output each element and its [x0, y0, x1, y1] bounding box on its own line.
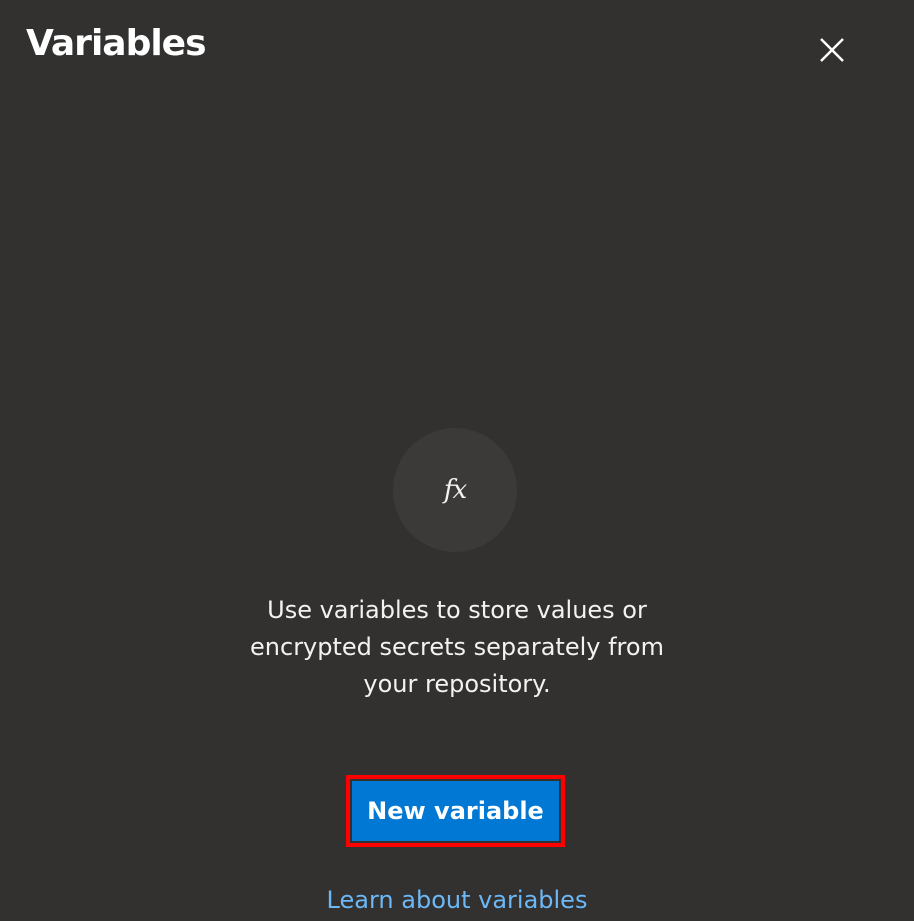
- function-fx-icon: fx: [443, 475, 467, 505]
- variables-panel: Variables fx Use variables to store valu…: [0, 0, 914, 921]
- empty-state-description: Use variables to store values or encrypt…: [250, 596, 664, 698]
- empty-state-icon-container: fx: [393, 428, 517, 552]
- panel-title: Variables: [26, 23, 207, 64]
- close-button[interactable]: [812, 30, 852, 70]
- close-icon: [820, 38, 844, 62]
- learn-about-variables-link[interactable]: Learn about variables: [232, 882, 682, 918]
- new-variable-button[interactable]: New variable: [352, 781, 559, 841]
